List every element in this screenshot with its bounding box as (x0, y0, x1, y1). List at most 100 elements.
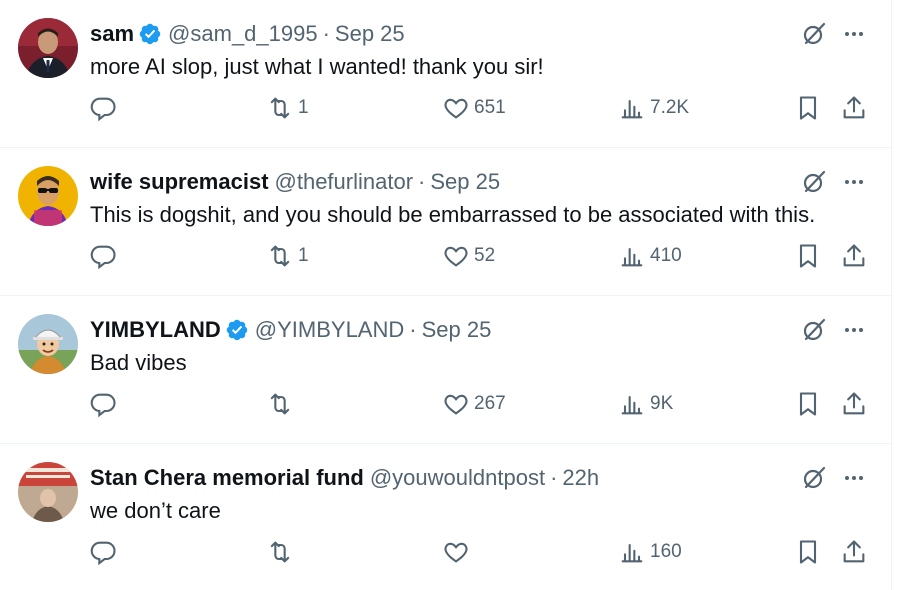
reply-button[interactable] (90, 532, 122, 572)
views-icon (621, 99, 643, 119)
share-icon (843, 244, 865, 267)
views-count: 7.2K (650, 97, 690, 118)
like-button[interactable]: 52 (442, 236, 495, 276)
like-count: 651 (474, 97, 506, 118)
author-name[interactable]: Stan Chera memorial fund (90, 465, 364, 491)
author-name[interactable]: sam (90, 21, 134, 47)
share-icon (843, 540, 865, 563)
tweet-header: YIMBYLAND @YIMBYLAND · Sep 25 (90, 316, 491, 344)
reply-icon (90, 97, 116, 122)
retweet-button[interactable] (266, 384, 298, 424)
like-icon (444, 246, 468, 267)
views-icon (621, 247, 643, 267)
tweet[interactable]: YIMBYLAND @YIMBYLAND · Sep 25 Bad vibes (0, 296, 892, 444)
grok-icon[interactable] (800, 168, 828, 196)
reply-icon (90, 245, 116, 270)
bookmark-button[interactable] (794, 384, 822, 424)
timestamp[interactable]: Sep 25 (422, 317, 492, 343)
views-button[interactable]: 7.2K (618, 88, 689, 128)
bookmark-button[interactable] (794, 532, 822, 572)
views-icon (621, 543, 643, 563)
bookmark-button[interactable] (794, 88, 822, 128)
verified-icon (226, 319, 248, 341)
like-icon (444, 542, 468, 563)
share-button[interactable] (840, 88, 868, 128)
share-icon (843, 392, 865, 415)
grok-icon[interactable] (800, 316, 828, 344)
views-button[interactable]: 9K (618, 384, 673, 424)
grok-icon[interactable] (800, 464, 828, 492)
retweet-icon (270, 97, 290, 119)
views-count: 160 (650, 541, 682, 562)
retweet-icon (270, 393, 290, 415)
author-handle[interactable]: @sam_d_1995 (168, 21, 318, 47)
bookmark-icon (799, 540, 817, 564)
retweet-button[interactable]: 1 (266, 88, 309, 128)
avatar[interactable] (18, 18, 78, 78)
avatar[interactable] (18, 166, 78, 226)
tweet[interactable]: sam @sam_d_1995 · Sep 25 more AI slop, j… (0, 0, 892, 148)
views-icon (621, 395, 643, 415)
views-button[interactable]: 410 (618, 236, 682, 276)
views-count: 410 (650, 245, 682, 266)
bookmark-icon (799, 96, 817, 120)
share-button[interactable] (840, 384, 868, 424)
avatar[interactable] (18, 314, 78, 374)
retweet-count: 1 (298, 245, 309, 266)
tweet[interactable]: Stan Chera memorial fund @youwouldntpost… (0, 444, 892, 590)
separator: · (322, 21, 330, 46)
tweet-header: wife supremacist @thefurlinator · Sep 25 (90, 168, 500, 196)
reply-button[interactable] (90, 384, 122, 424)
separator: · (409, 317, 417, 342)
tweet-text: we don’t care (90, 498, 221, 523)
avatar[interactable] (18, 462, 78, 522)
views-button[interactable]: 160 (618, 532, 682, 572)
author-name[interactable]: YIMBYLAND (90, 317, 221, 343)
action-bar: 1 651 7.2K (0, 88, 892, 128)
author-handle[interactable]: @thefurlinator (275, 169, 414, 195)
action-bar: 160 (0, 532, 892, 572)
retweet-button[interactable] (266, 532, 298, 572)
tweet[interactable]: wife supremacist @thefurlinator · Sep 25… (0, 148, 892, 296)
reply-button[interactable] (90, 236, 122, 276)
more-icon[interactable] (840, 316, 868, 344)
like-icon (444, 98, 468, 119)
views-count: 9K (650, 393, 674, 414)
timestamp[interactable]: 22h (562, 465, 599, 491)
retweet-icon (270, 541, 290, 563)
like-button[interactable]: 651 (442, 88, 506, 128)
grok-icon[interactable] (800, 20, 828, 48)
like-button[interactable]: 267 (442, 384, 506, 424)
tweet-text: This is dogshit, and you should be embar… (90, 202, 816, 227)
reply-button[interactable] (90, 88, 122, 128)
author-handle[interactable]: @youwouldntpost (370, 465, 545, 491)
verified-icon (139, 23, 161, 45)
share-button[interactable] (840, 236, 868, 276)
share-button[interactable] (840, 532, 868, 572)
like-icon (444, 394, 468, 415)
tweet-header: Stan Chera memorial fund @youwouldntpost… (90, 464, 599, 492)
bookmark-icon (799, 392, 817, 416)
bookmark-button[interactable] (794, 236, 822, 276)
separator: · (418, 169, 426, 194)
like-count: 267 (474, 393, 506, 414)
bookmark-icon (799, 244, 817, 268)
retweet-button[interactable]: 1 (266, 236, 309, 276)
author-handle[interactable]: @YIMBYLAND (255, 317, 404, 343)
action-bar: 267 9K (0, 384, 892, 424)
tweet-header: sam @sam_d_1995 · Sep 25 (90, 20, 405, 48)
retweet-count: 1 (298, 97, 309, 118)
more-icon[interactable] (840, 20, 868, 48)
tweet-text: Bad vibes (90, 350, 187, 375)
like-button[interactable] (442, 532, 474, 572)
share-icon (843, 96, 865, 119)
more-icon[interactable] (840, 464, 868, 492)
author-name[interactable]: wife supremacist (90, 169, 269, 195)
timestamp[interactable]: Sep 25 (430, 169, 500, 195)
timestamp[interactable]: Sep 25 (335, 21, 405, 47)
reply-icon (90, 393, 116, 418)
more-icon[interactable] (840, 168, 868, 196)
action-bar: 1 52 410 (0, 236, 892, 276)
reply-icon (90, 541, 116, 566)
separator: · (550, 465, 558, 490)
